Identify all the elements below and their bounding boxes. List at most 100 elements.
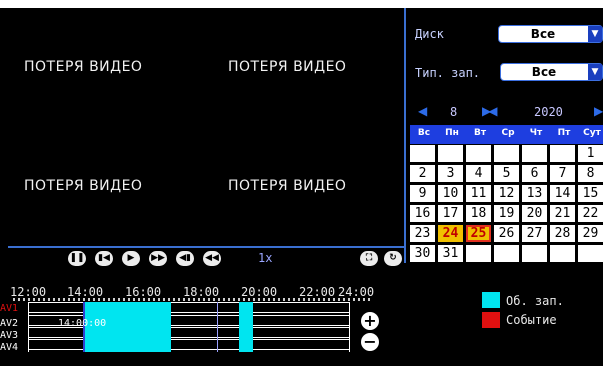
calendar-day[interactable]: 6 <box>522 165 547 182</box>
calendar-day[interactable]: 23 <box>410 225 435 242</box>
prev-month-icon[interactable]: ◀ <box>418 104 427 118</box>
calendar-day[interactable]: 18 <box>466 205 491 222</box>
timeline-end <box>349 302 350 352</box>
weekday-header: Вс Пн Вт Ср Чт Пт Сут <box>410 125 603 144</box>
video-tile-3-label: ПОТЕРЯ ВИДЕО <box>24 178 143 194</box>
calendar-empty-cell <box>522 245 547 262</box>
tick-label: 22:00 <box>299 285 336 299</box>
calendar-day[interactable]: 22 <box>578 205 603 222</box>
month-nav: ◀ 8 ▶◀ 2020 ▶ <box>410 104 603 122</box>
calendar-day[interactable]: 15 <box>578 185 603 202</box>
cursor-time: 14:00:00 <box>58 318 107 329</box>
next-year-icon[interactable]: ▶ <box>594 104 603 118</box>
fast-forward-icon[interactable]: ▶▶ <box>149 251 167 266</box>
calendar-day[interactable]: 21 <box>550 205 575 222</box>
disk-select[interactable]: Все ▼ <box>498 25 603 43</box>
disk-select-value: Все <box>530 27 556 41</box>
zoom-out-icon[interactable]: − <box>361 333 379 351</box>
record-type-select-value: Все <box>531 65 557 79</box>
calendar-empty-cell <box>522 145 547 162</box>
slow-icon[interactable]: ◀▮ <box>176 251 194 266</box>
tick-label: 16:00 <box>125 285 162 299</box>
refresh-icon[interactable]: ↻ <box>384 251 402 266</box>
legend-event-swatch <box>482 312 500 328</box>
calendar-day[interactable]: 7 <box>550 165 575 182</box>
calendar-day[interactable]: 29 <box>578 225 603 242</box>
calendar-day[interactable]: 1 <box>578 145 603 162</box>
speed-indicator: 1x <box>258 251 273 265</box>
panel-divider <box>404 8 406 263</box>
record-type-select[interactable]: Все ▼ <box>500 63 603 81</box>
chevron-down-icon: ▼ <box>588 26 602 42</box>
calendar-day[interactable]: 28 <box>550 225 575 242</box>
fullscreen-icon[interactable]: ⛶ <box>360 251 378 266</box>
weekday-label: Чт <box>529 128 543 138</box>
calendar-day[interactable]: 8 <box>578 165 603 182</box>
calendar-day[interactable]: 31 <box>438 245 463 262</box>
calendar-day[interactable]: 19 <box>494 205 519 222</box>
calendar-day[interactable]: 4 <box>466 165 491 182</box>
zoom-in-icon[interactable]: + <box>361 312 379 330</box>
pause-icon[interactable]: ❚❚ <box>68 251 86 266</box>
timeline-start <box>28 302 29 352</box>
chevron-down-icon: ▼ <box>588 64 602 80</box>
step-back-icon[interactable]: ▮◀ <box>95 251 113 266</box>
calendar-day[interactable]: 17 <box>438 205 463 222</box>
channel-label: AV4 <box>0 342 19 353</box>
weekday-label: Сут <box>583 128 601 138</box>
calendar-day[interactable]: 10 <box>438 185 463 202</box>
calendar-empty-cell <box>550 245 575 262</box>
track-av1 <box>28 302 350 313</box>
calendar-day[interactable]: 9 <box>410 185 435 202</box>
calendar-day[interactable]: 26 <box>494 225 519 242</box>
calendar-empty-cell <box>578 245 603 262</box>
rewind-icon[interactable]: ◀◀ <box>203 251 221 266</box>
calendar-grid: 1 2 3 4 5 6 7 8 9 10 11 12 13 14 15 16 17 18 19 20 21 22 23 24 2… <box>410 145 603 265</box>
playback-controls: ❚❚ ▮◀ ▶ ▶▶ ◀▮ ◀◀ 1x ⛶ ↻ <box>64 251 414 267</box>
channel-label: AV2 <box>0 318 19 329</box>
calendar-day[interactable]: 13 <box>522 185 547 202</box>
calendar-day[interactable]: 20 <box>522 205 547 222</box>
video-grid: ПОТЕРЯ ВИДЕО ПОТЕРЯ ВИДЕО ПОТЕРЯ ВИДЕО П… <box>8 8 404 246</box>
tick-label: 18:00 <box>183 285 220 299</box>
calendar-day[interactable]: 5 <box>494 165 519 182</box>
weekday-label: Пт <box>557 128 571 138</box>
calendar-day[interactable]: 12 <box>494 185 519 202</box>
calendar-empty-cell <box>466 145 491 162</box>
calendar-day[interactable]: 27 <box>522 225 547 242</box>
tick-label: 24:00 <box>338 285 375 299</box>
weekday-label: Вт <box>473 128 487 138</box>
legend-event-label: Событие <box>506 313 557 327</box>
tick-label: 12:00 <box>10 285 47 299</box>
next-month-icon[interactable]: ▶◀ <box>482 104 498 118</box>
calendar-day[interactable]: 24 <box>438 225 463 242</box>
record-type-label: Тип. зап. <box>415 66 481 80</box>
timeline-tracks[interactable]: 14:00:00 <box>28 300 350 352</box>
weekday-label: Ср <box>501 128 515 138</box>
video-tile-2-label: ПОТЕРЯ ВИДЕО <box>228 59 347 75</box>
weekday-label: Вс <box>417 128 431 138</box>
legend-normal-label: Об. зап. <box>506 294 564 308</box>
disk-label: Диск <box>415 27 444 41</box>
calendar-day[interactable]: 11 <box>466 185 491 202</box>
month-value: 8 <box>450 105 458 119</box>
play-icon[interactable]: ▶ <box>122 251 140 266</box>
calendar-empty-cell <box>438 145 463 162</box>
calendar-day[interactable]: 3 <box>438 165 463 182</box>
grid-divider <box>8 246 404 248</box>
calendar-day[interactable]: 25 <box>466 225 491 242</box>
calendar-day[interactable]: 14 <box>550 185 575 202</box>
channel-label: AV1 <box>0 303 19 314</box>
calendar-empty-cell <box>466 245 491 262</box>
calendar-day[interactable]: 16 <box>410 205 435 222</box>
calendar-empty-cell <box>410 145 435 162</box>
year-value: 2020 <box>534 105 563 119</box>
calendar-empty-cell <box>550 145 575 162</box>
weekday-label: Пн <box>445 128 459 138</box>
video-tile-4-label: ПОТЕРЯ ВИДЕО <box>228 178 347 194</box>
time-marker <box>217 302 218 352</box>
calendar-empty-cell <box>494 245 519 262</box>
legend-normal-swatch <box>482 292 500 308</box>
tick-label: 20:00 <box>241 285 278 299</box>
calendar-day[interactable]: 2 <box>410 165 435 182</box>
